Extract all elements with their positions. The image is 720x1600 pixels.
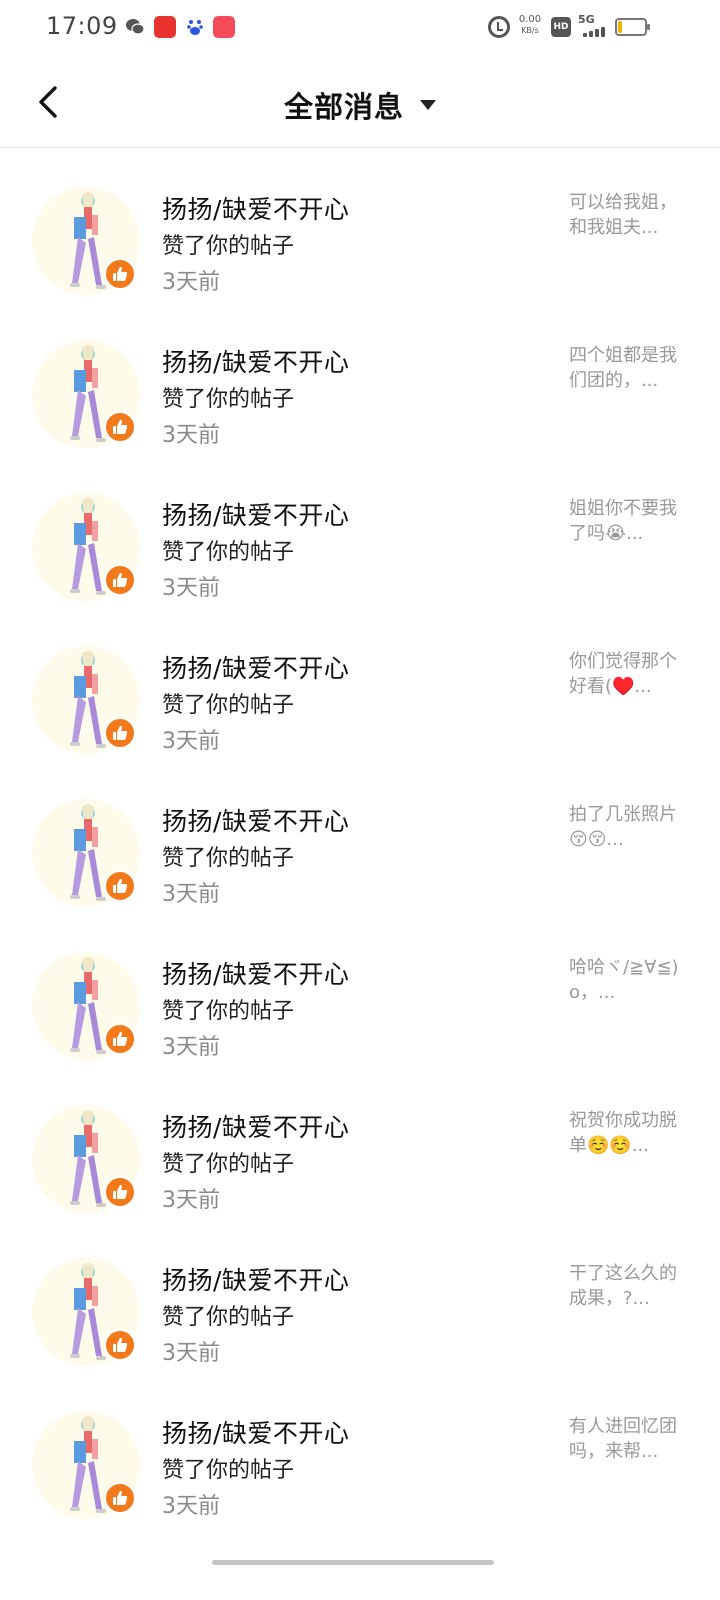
notification-action: 赞了你的帖子 [162, 1152, 295, 1177]
post-preview[interactable]: 姐姐你不要我了吗😭... [569, 496, 681, 546]
sender-name[interactable]: 扬扬/缺爱不开心 [162, 1414, 349, 1450]
notification-item[interactable]: 扬扬/缺爱不开心 赞了你的帖子 3天前 你们觉得那个好看(♥️... [0, 609, 720, 762]
notification-action: 赞了你的帖子 [162, 387, 295, 412]
notification-action: 赞了你的帖子 [162, 1458, 295, 1483]
wechat-icon [124, 16, 146, 38]
sender-name[interactable]: 扬扬/缺爱不开心 [162, 190, 349, 226]
network-label: 5G [578, 13, 595, 26]
notification-time: 3天前 [162, 423, 220, 448]
post-preview[interactable]: 祝贺你成功脱单☺️☺️... [569, 1108, 681, 1158]
status-bar: 17:09 0.00 KB/s HD 5G [0, 0, 720, 56]
thumbs-up-icon [104, 1482, 136, 1514]
notification-item[interactable]: 扬扬/缺爱不开心 赞了你的帖子 3天前 拍了几张照片😚😚... [0, 762, 720, 915]
sender-name[interactable]: 扬扬/缺爱不开心 [162, 343, 349, 379]
app-pink-icon [213, 16, 235, 38]
avatar-wrap[interactable] [32, 493, 140, 601]
home-indicator[interactable] [212, 1560, 494, 1565]
thumbs-up-icon [104, 411, 136, 443]
thumbs-up-icon [104, 870, 136, 902]
avatar-wrap[interactable] [32, 799, 140, 907]
notification-item[interactable]: 扬扬/缺爱不开心 赞了你的帖子 3天前 干了这么久的成果，?... [0, 1221, 720, 1374]
avatar-wrap[interactable] [32, 187, 140, 295]
notification-action: 赞了你的帖子 [162, 693, 295, 718]
notification-item[interactable]: 扬扬/缺爱不开心 赞了你的帖子 3天前 姐姐你不要我了吗😭... [0, 456, 720, 609]
avatar-wrap[interactable] [32, 1411, 140, 1519]
hd-badge: HD [551, 17, 571, 37]
sender-name[interactable]: 扬扬/缺爱不开心 [162, 1261, 349, 1297]
post-preview[interactable]: 哈哈ヾ/≧∀≦)o，... [569, 955, 681, 1005]
thumbs-up-icon [104, 1329, 136, 1361]
sender-name[interactable]: 扬扬/缺爱不开心 [162, 802, 349, 838]
notification-action: 赞了你的帖子 [162, 846, 295, 871]
notification-time: 3天前 [162, 1188, 220, 1213]
status-time: 17:09 [46, 12, 118, 40]
notification-item[interactable]: 扬扬/缺爱不开心 赞了你的帖子 3天前 哈哈ヾ/≧∀≦)o，... [0, 915, 720, 1068]
post-preview[interactable]: 四个姐都是我们团的，... [569, 343, 681, 393]
post-preview[interactable]: 干了这么久的成果，?... [569, 1261, 681, 1311]
avatar-wrap[interactable] [32, 646, 140, 754]
sender-name[interactable]: 扬扬/缺爱不开心 [162, 1108, 349, 1144]
sender-name[interactable]: 扬扬/缺爱不开心 [162, 496, 349, 532]
avatar-wrap[interactable] [32, 1105, 140, 1213]
net-speed: 0.00 KB/s [516, 14, 544, 36]
notification-time: 3天前 [162, 1035, 220, 1060]
notification-list: 扬扬/缺爱不开心 赞了你的帖子 3天前 可以给我姐，和我姐夫... 扬扬/缺爱不… [0, 150, 720, 1527]
notification-time: 3天前 [162, 576, 220, 601]
notification-item[interactable]: 扬扬/缺爱不开心 赞了你的帖子 3天前 四个姐都是我们团的，... [0, 303, 720, 456]
thumbs-up-icon [104, 717, 136, 749]
battery-fill [618, 21, 622, 33]
caret-down-icon [420, 100, 436, 110]
app-red-icon [154, 16, 176, 38]
notification-action: 赞了你的帖子 [162, 234, 295, 259]
sender-name[interactable]: 扬扬/缺爱不开心 [162, 955, 349, 991]
avatar-wrap[interactable] [32, 340, 140, 448]
sender-name[interactable]: 扬扬/缺爱不开心 [162, 649, 349, 685]
notification-time: 3天前 [162, 1341, 220, 1366]
notification-item[interactable]: 扬扬/缺爱不开心 赞了你的帖子 3天前 可以给我姐，和我姐夫... [0, 150, 720, 303]
page-title: 全部消息 [283, 90, 404, 124]
thumbs-up-icon [104, 564, 136, 596]
thumbs-up-icon [104, 1023, 136, 1055]
post-preview[interactable]: 可以给我姐，和我姐夫... [569, 190, 681, 240]
message-filter-dropdown[interactable]: 全部消息 [0, 84, 720, 126]
alarm-icon [488, 16, 510, 38]
net-speed-unit: KB/s [521, 26, 539, 35]
notification-time: 3天前 [162, 729, 220, 754]
notification-item[interactable]: 扬扬/缺爱不开心 赞了你的帖子 3天前 有人进回忆团吗，来帮... [0, 1374, 720, 1527]
baidu-icon [184, 16, 206, 38]
notification-time: 3天前 [162, 1494, 220, 1519]
notification-action: 赞了你的帖子 [162, 540, 295, 565]
notification-action: 赞了你的帖子 [162, 999, 295, 1024]
notification-time: 3天前 [162, 882, 220, 907]
notification-item[interactable]: 扬扬/缺爱不开心 赞了你的帖子 3天前 祝贺你成功脱单☺️☺️... [0, 1068, 720, 1221]
post-preview[interactable]: 有人进回忆团吗，来帮... [569, 1414, 681, 1464]
net-speed-value: 0.00 [518, 14, 542, 25]
header: 全部消息 [0, 56, 720, 148]
thumbs-up-icon [104, 1176, 136, 1208]
notification-time: 3天前 [162, 270, 220, 295]
avatar-wrap[interactable] [32, 1258, 140, 1366]
post-preview[interactable]: 你们觉得那个好看(♥️... [569, 649, 681, 699]
post-preview[interactable]: 拍了几张照片😚😚... [569, 802, 681, 852]
avatar-wrap[interactable] [32, 952, 140, 1060]
thumbs-up-icon [104, 258, 136, 290]
signal-icon [583, 27, 605, 37]
notification-action: 赞了你的帖子 [162, 1305, 295, 1330]
battery-icon [615, 18, 650, 36]
